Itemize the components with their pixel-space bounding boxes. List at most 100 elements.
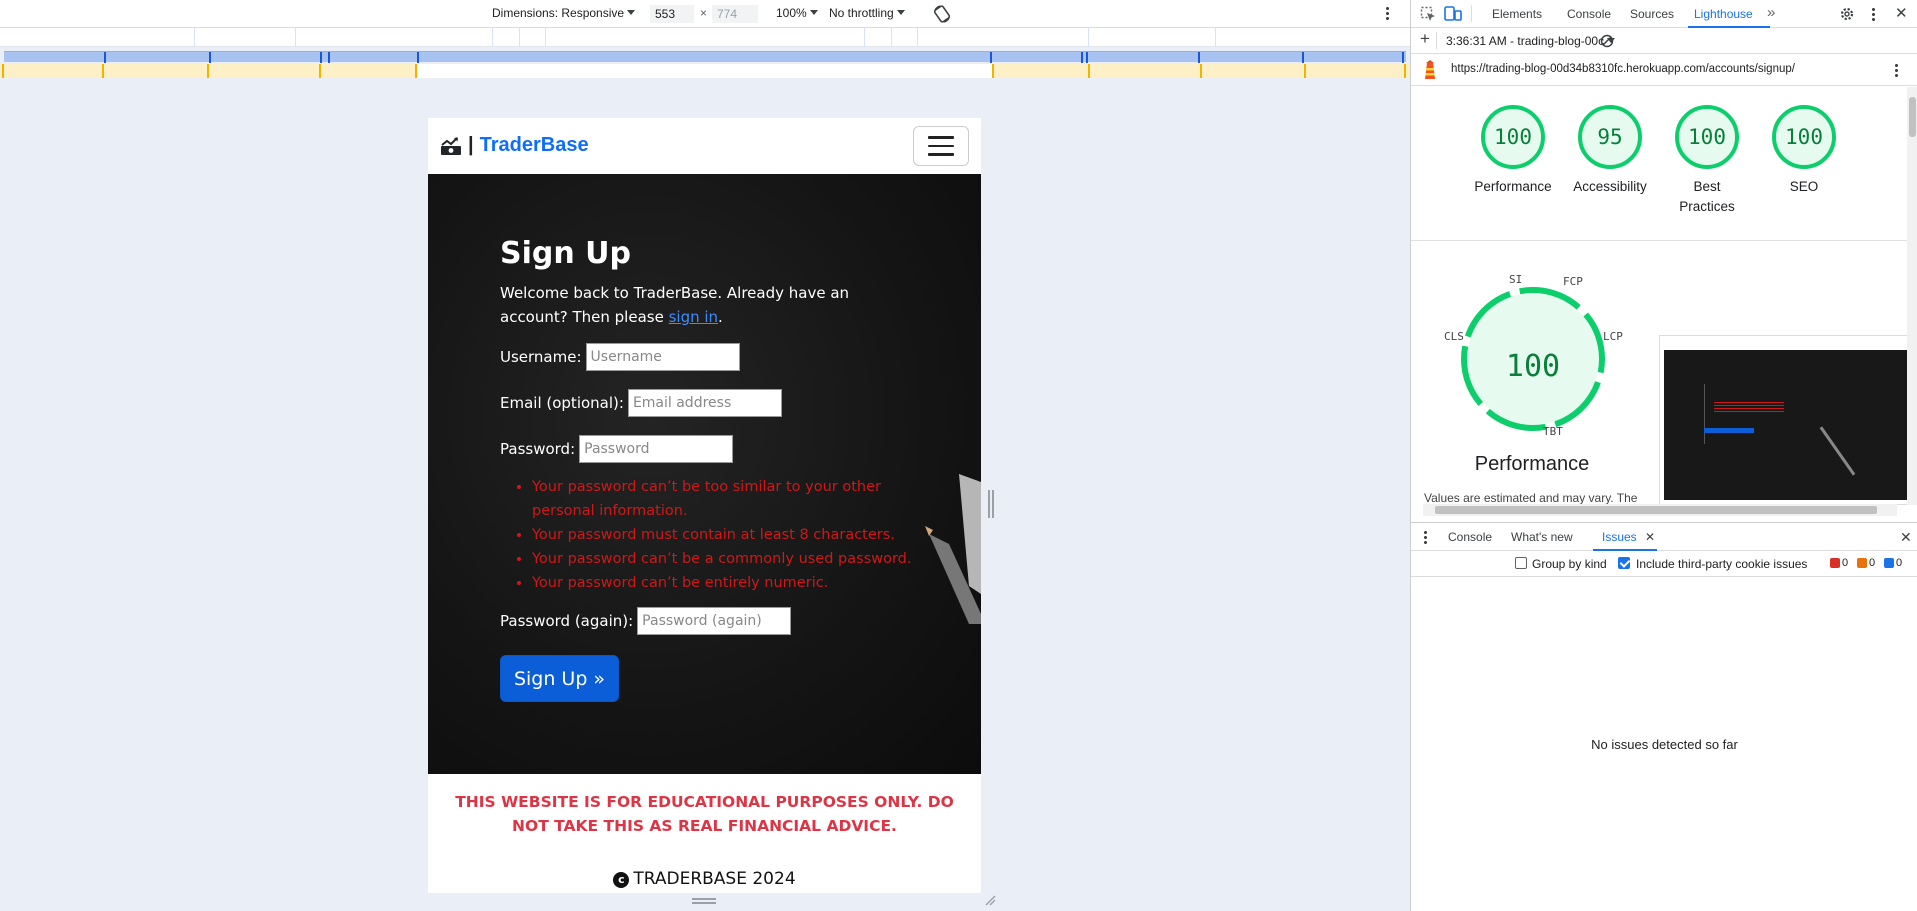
drawer-tab-whats-new[interactable]: What's new [1511,530,1573,544]
device-emulation-area: Dimensions: Responsive × 100% No throttl… [0,0,1410,911]
warning-count[interactable]: 0 [1857,557,1875,569]
disclaimer-text: THIS WEBSITE IS FOR EDUCATIONAL PURPOSES… [455,793,954,835]
sign-up-button[interactable]: Sign Up » [500,655,619,702]
report-menu-icon[interactable] [1895,63,1898,77]
max-width-media-queries-bar[interactable] [4,51,1406,63]
clear-reports-icon[interactable] [1600,34,1614,48]
report-horizontal-scrollbar[interactable] [1423,504,1897,516]
info-icon [1884,558,1894,568]
inspect-element-icon[interactable] [1420,6,1436,22]
issues-toolbar: Group by kind Include third-party cookie… [1411,551,1917,577]
report-selector[interactable]: 3:36:31 AM - trading-blog-00c [1446,34,1616,48]
username-row: Username: [500,343,920,371]
error-count[interactable]: 0 [1830,557,1848,569]
resize-handle-right[interactable] [988,490,994,518]
throttling-dropdown[interactable]: No throttling [829,6,905,20]
dimensions-dropdown[interactable]: Dimensions: Responsive [492,6,636,20]
score-gauge-accessibility[interactable]: 95 Accessibility [1563,105,1657,197]
resize-handle-bottom[interactable] [692,898,716,904]
metric-label-lcp: LCP [1603,330,1623,343]
dimensions-label: Dimensions: Responsive [492,6,625,20]
resize-corner-icon[interactable] [984,894,996,906]
score-gauge-seo[interactable]: 100 SEO [1757,105,1851,197]
drawer-tab-issues[interactable]: Issues [1602,530,1637,544]
drawer-tab-console[interactable]: Console [1448,530,1492,544]
lighthouse-logo-icon [1425,60,1435,79]
devtools-panel: Elements Console Sources Lighthouse » ✕ … [1410,0,1917,911]
score-value: 100 [1481,105,1545,169]
copyright-icon: c [613,872,630,888]
signup-form: Sign Up Welcome back to TraderBase. Alre… [500,236,920,702]
metric-label-tbt: TBT [1543,425,1563,438]
password-rule: Your password must contain at least 8 ch… [532,523,920,547]
zoom-label: 100% [776,6,807,20]
device-toolbar-icon[interactable] [1444,5,1462,22]
score-label: Performance [1474,179,1552,194]
metric-label-fcp: FCP [1563,275,1583,288]
email-label: Email (optional): [500,394,624,412]
password-rule: Your password can’t be too similar to yo… [532,475,920,523]
tab-elements[interactable]: Elements [1492,7,1542,21]
devtools-drawer: Console What's new Issues ✕ ✕ Group by k… [1411,522,1917,911]
height-input[interactable] [712,5,758,23]
tab-console[interactable]: Console [1567,7,1611,21]
settings-gear-icon[interactable] [1839,6,1855,22]
money-bill-trend-icon [441,136,461,155]
customize-menu-icon[interactable] [1872,7,1875,21]
new-report-icon[interactable]: + [1420,30,1430,47]
password-label: Password: [500,440,576,458]
report-vertical-scrollbar[interactable] [1907,87,1917,505]
close-devtools-icon[interactable]: ✕ [1895,6,1908,21]
close-drawer-icon[interactable]: ✕ [1900,530,1912,544]
form-title: Sign Up [500,236,632,271]
score-value: 100 [1675,105,1739,169]
final-screenshot-thumbnail[interactable] [1659,335,1907,505]
throttling-label: No throttling [829,6,894,20]
times-icon: × [700,6,708,20]
username-input[interactable] [585,343,740,371]
password-rule: Your password can’t be entirely numeric. [532,571,920,595]
group-by-kind-checkbox[interactable] [1515,557,1527,569]
group-by-kind-label: Group by kind [1532,557,1607,571]
navbar-toggler-button[interactable] [913,126,969,166]
username-label: Username: [500,348,582,366]
sign-in-link[interactable]: sign in [669,308,718,326]
password-input[interactable] [579,435,734,463]
audited-url: https://trading-blog-00d34b8310fc.heroku… [1451,63,1795,75]
more-tabs-icon[interactable]: » [1767,5,1775,20]
password-help-list: Your password can’t be too similar to yo… [532,475,920,595]
rotate-icon[interactable] [932,4,952,24]
width-input[interactable] [650,5,694,23]
password-rule: Your password can’t be a commonly used p… [532,547,920,571]
brand-link[interactable]: | TraderBase [440,134,589,157]
performance-score: 100 [1505,349,1561,384]
copyright-text: TRADERBASE 2024 [633,869,796,889]
tab-lighthouse[interactable]: Lighthouse [1694,7,1753,21]
zoom-dropdown[interactable]: 100% [776,6,818,20]
more-options-icon[interactable] [1386,6,1389,21]
third-party-cookie-label: Include third-party cookie issues [1636,557,1808,571]
score-label: Accessibility [1573,179,1647,194]
password-again-row: Password (again): [500,607,920,635]
devtools-tabbar: Elements Console Sources Lighthouse » ✕ [1411,0,1917,28]
score-gauge-performance[interactable]: 100 Performance [1466,105,1560,197]
lighthouse-toolbar: + 3:36:31 AM - trading-blog-00c [1411,28,1917,54]
email-input[interactable] [627,389,782,417]
third-party-cookie-checkbox[interactable] [1618,557,1630,569]
pencil-background-image [925,474,981,624]
password-again-input[interactable] [637,607,792,635]
lighthouse-report: 100 Performance 95 Accessibility 100 Bes… [1411,87,1907,505]
score-gauge-best-practices[interactable]: 100 Best Practices [1660,105,1754,217]
no-issues-message: No issues detected so far [1591,737,1738,752]
min-width-media-queries-bar[interactable] [0,64,1410,78]
lighthouse-url-bar: https://trading-blog-00d34b8310fc.heroku… [1411,54,1917,86]
report-selector-label: 3:36:31 AM - trading-blog-00c [1446,34,1605,48]
drawer-menu-icon[interactable] [1424,530,1427,544]
info-count[interactable]: 0 [1884,557,1902,569]
close-issues-tab-icon[interactable]: ✕ [1645,530,1655,544]
email-row: Email (optional): [500,389,920,417]
emulated-page: | TraderBase Sign Up Welcome back to Tra… [428,118,981,893]
score-value: 95 [1578,105,1642,169]
values-estimated-note: Values are estimated and may vary. The [1424,491,1638,505]
tab-sources[interactable]: Sources [1630,7,1674,21]
